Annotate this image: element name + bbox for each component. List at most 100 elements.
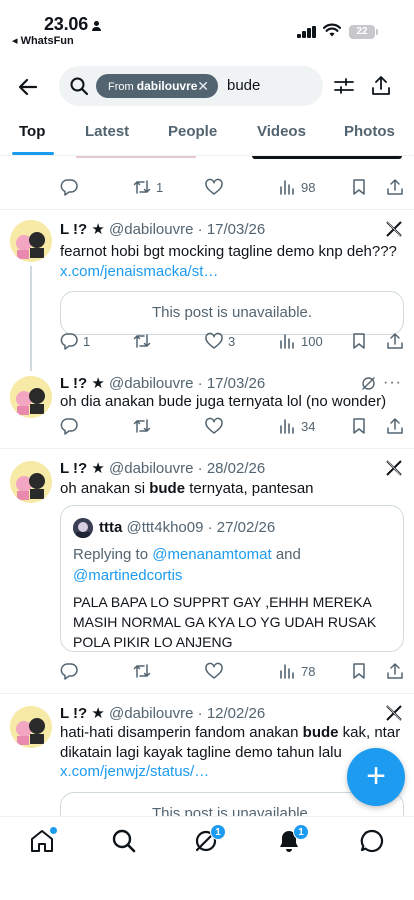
post-date[interactable]: 17/03/26 [207, 375, 265, 392]
post[interactable]: L !? ★ @dabilouvre · 28/02/26 oh anakan … [0, 459, 414, 659]
avatar[interactable] [10, 220, 52, 262]
nav-explore[interactable] [111, 828, 137, 854]
views-icon [280, 180, 294, 195]
more-options-icon[interactable]: ··· [383, 374, 402, 392]
share-post-button[interactable] [386, 661, 404, 681]
display-name[interactable]: L !? ★ [60, 705, 105, 722]
x-logo-icon [386, 705, 402, 721]
like-button[interactable] [205, 661, 228, 681]
bookmark-button[interactable] [350, 177, 368, 197]
nav-home[interactable] [29, 827, 57, 854]
repost-button[interactable] [133, 661, 156, 681]
replying-to: Replying to @menanamtomat and @martinedc… [73, 546, 301, 584]
person-icon [92, 21, 102, 31]
bookmark-button[interactable] [350, 331, 368, 351]
post-link[interactable]: x.com/jenaismacka/st… [60, 263, 218, 280]
heart-icon [205, 178, 223, 195]
repost-button[interactable] [133, 416, 156, 436]
reply-button[interactable] [60, 177, 83, 197]
search-results-timeline[interactable]: 1 98 L !? ★ @dabilouvre · 17/03/26 fearn… [0, 156, 414, 816]
share-icon [387, 663, 403, 679]
back-arrow-icon[interactable] [16, 75, 40, 99]
avatar[interactable] [10, 461, 52, 503]
reply-icon [60, 663, 78, 680]
share-post-button[interactable] [386, 416, 404, 436]
post-date[interactable]: 17/03/26 [207, 221, 265, 238]
quoted-display-name: ttta [99, 519, 123, 536]
grok-badge: 1 [210, 824, 226, 840]
like-button[interactable] [205, 416, 228, 436]
post-date[interactable]: 28/02/26 [207, 460, 265, 477]
views-button[interactable]: 98 [278, 177, 315, 197]
mention-link[interactable]: @menanamtomat [152, 546, 271, 563]
share-post-button[interactable] [386, 331, 404, 351]
bookmark-button[interactable] [350, 416, 368, 436]
bookmark-icon [353, 663, 365, 679]
repost-icon [133, 664, 151, 678]
post-text: oh dia anakan bude juga ternyata lol (no… [60, 393, 387, 410]
tab-people[interactable]: People [168, 123, 217, 140]
display-name[interactable]: L !? ★ [60, 460, 105, 477]
share-post-button[interactable] [386, 177, 404, 197]
reply-icon [60, 333, 78, 350]
reply-button[interactable] [60, 661, 83, 681]
username[interactable]: @dabilouvre [109, 375, 193, 392]
filter-settings-icon[interactable] [333, 75, 355, 97]
bottom-navigation: 1 1 [0, 816, 414, 900]
back-to-app-link[interactable]: ◂ WhatsFun [12, 34, 74, 47]
quoted-post-card[interactable]: ttta @ttt4kho09 · 27/02/26 Replying to @… [60, 505, 404, 652]
like-button[interactable]: 3 [205, 331, 235, 351]
mention-link[interactable]: @martinedcortis [73, 567, 182, 584]
from-user-filter-chip[interactable]: From dabilouvre ✕ [96, 74, 218, 98]
search-icon [70, 77, 89, 96]
tab-videos[interactable]: Videos [257, 123, 306, 140]
post-date[interactable]: 12/02/26 [207, 705, 265, 722]
repost-icon [133, 180, 151, 194]
chip-user: dabilouvre [136, 79, 198, 93]
nav-messages[interactable] [359, 828, 385, 854]
compose-post-button[interactable]: + [347, 748, 405, 806]
grok-icon[interactable] [361, 376, 376, 391]
repost-button[interactable] [133, 331, 156, 351]
search-tabs: Top Latest People Videos Photos [0, 112, 414, 156]
search-input[interactable]: From dabilouvre ✕ bude [59, 66, 323, 106]
username[interactable]: @dabilouvre [109, 705, 193, 722]
bookmark-button[interactable] [350, 661, 368, 681]
views-button[interactable]: 100 [278, 331, 323, 351]
tab-latest[interactable]: Latest [85, 123, 129, 140]
avatar[interactable] [10, 376, 52, 418]
avatar[interactable] [10, 706, 52, 748]
unavailable-post-card: This post is unavailable. [60, 792, 404, 816]
previous-post-media[interactable] [60, 156, 404, 159]
messages-icon [360, 829, 384, 853]
tab-photos[interactable]: Photos [344, 123, 395, 140]
post-actions: 1 98 [60, 177, 410, 197]
display-name[interactable]: L !? ★ [60, 375, 105, 392]
notifications-badge: 1 [293, 824, 309, 840]
repost-button[interactable]: 1 [133, 177, 163, 197]
display-name[interactable]: L !? ★ [60, 221, 105, 238]
tab-top[interactable]: Top [19, 123, 45, 140]
reply-button[interactable] [60, 416, 83, 436]
reply-button[interactable]: 1 [60, 331, 90, 351]
views-button[interactable]: 78 [278, 661, 315, 681]
nav-grok[interactable]: 1 [193, 824, 226, 854]
username[interactable]: @dabilouvre [109, 221, 193, 238]
post-link[interactable]: x.com/jenwjz/status/… [60, 763, 209, 780]
views-button[interactable]: 34 [278, 416, 315, 436]
post-text: fearnot hobi bgt mocking tagline demo kn… [60, 243, 397, 260]
bookmark-icon [353, 179, 365, 195]
username[interactable]: @dabilouvre [109, 460, 193, 477]
chip-remove-icon[interactable]: ✕ [197, 74, 209, 98]
share-icon [387, 179, 403, 195]
like-button[interactable] [205, 177, 228, 197]
cellular-signal-icon [297, 26, 317, 38]
search-query[interactable]: bude [227, 77, 260, 94]
nav-notifications[interactable]: 1 [276, 824, 309, 854]
share-icon [387, 418, 403, 434]
views-icon [280, 334, 294, 349]
quoted-avatar[interactable] [73, 518, 93, 538]
divider [0, 209, 414, 210]
divider [0, 448, 414, 449]
share-icon[interactable] [370, 75, 392, 97]
